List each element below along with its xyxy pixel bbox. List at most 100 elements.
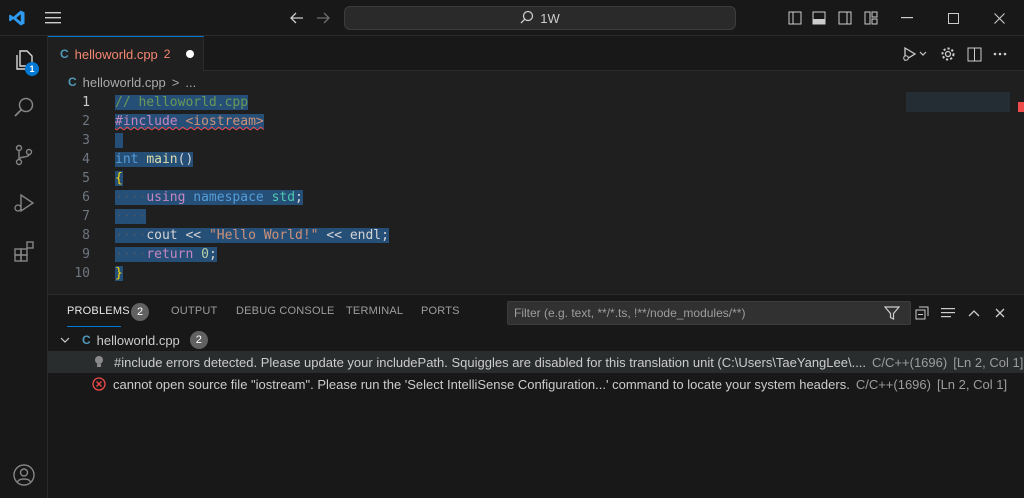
account-icon [12,463,36,490]
line-number: 7 [82,209,90,224]
search-icon [520,10,534,27]
title-bar: 1W [0,0,1024,36]
extensions-icon [12,239,36,266]
lightbulb-icon [94,355,108,369]
breadcrumb-file[interactable]: helloworld.cpp [83,75,166,90]
code-text: // helloworld.cpp [115,95,249,110]
code-line: 9 ····return 0; [48,245,948,264]
unsaved-dot-icon[interactable] [186,50,195,58]
editor-tab-bar: C helloworld.cpp 2 [48,36,1024,71]
maximize-window-icon[interactable] [942,8,964,28]
toggle-primary-sidebar-icon[interactable] [786,9,804,27]
accounts-activity[interactable] [0,452,48,498]
source-control-activity[interactable] [0,132,48,180]
problem-item[interactable]: #include errors detected. Please update … [48,351,1024,373]
tab-terminal[interactable]: TERMINAL [346,305,403,317]
toggle-secondary-sidebar-icon[interactable] [836,9,854,27]
line-number: 8 [82,228,90,243]
split-editor-icon[interactable] [964,44,984,64]
code-line: 8 ····cout << "Hello World!" << endl; [48,226,948,245]
code-line: 5 { [48,169,948,188]
tab-problems[interactable]: PROBLEMS [67,305,130,317]
tab-output[interactable]: OUTPUT [171,305,217,317]
error-icon [92,377,108,391]
code-line: 1 // helloworld.cpp [48,93,948,112]
problems-count-badge: 2 [131,303,149,321]
code-editor[interactable]: 1 // helloworld.cpp 2 #include <iostream… [48,92,1006,292]
chevron-down-icon [60,337,76,343]
problem-location: [Ln 2, Col 1] [953,354,1024,370]
tab-helloworld-cpp[interactable]: C helloworld.cpp 2 [48,36,204,71]
code-text [115,133,123,148]
run-debug-icon [12,191,36,218]
settings-gear-icon[interactable] [938,44,958,64]
problems-file-name: helloworld.cpp [96,332,180,348]
code-line: 2 #include <iostream> [48,112,948,131]
line-number: 1 [82,95,90,110]
extensions-activity[interactable] [0,228,48,276]
cpp-file-icon: C [60,47,69,61]
tab-filename: helloworld.cpp [74,46,158,62]
back-arrow-icon[interactable] [286,8,308,28]
code-line: 7 ···· [48,207,948,226]
problems-filter [507,301,911,325]
search-text: 1W [540,10,560,26]
problem-source: C/C++(1696) [855,376,931,392]
customize-layout-icon[interactable] [862,9,880,27]
search-activity[interactable] [0,84,48,132]
code-text: ···· [115,209,147,224]
code-text: ····using namespace std; [115,190,303,205]
filter-funnel-icon[interactable] [882,303,902,323]
line-number: 10 [74,266,90,281]
tab-ports[interactable]: PORTS [421,305,460,317]
explorer-badge: 1 [25,62,39,76]
more-actions-icon[interactable] [990,44,1010,64]
active-tab-indicator [67,326,121,327]
vscode-logo-icon [6,7,28,29]
breadcrumb-separator: > [171,74,180,90]
code-line: 6 ····using namespace std; [48,188,948,207]
run-debug-dropdown-icon[interactable] [900,44,930,64]
problem-message: cannot open source file "iostream". Plea… [113,376,850,392]
problems-file-group[interactable]: C helloworld.cpp 2 [48,329,1024,351]
problems-file-count: 2 [189,331,208,349]
close-panel-icon[interactable] [990,303,1010,323]
filter-input[interactable] [514,306,874,320]
explorer-activity[interactable]: 1 [0,37,48,85]
problem-item[interactable]: cannot open source file "iostream". Plea… [48,373,1024,395]
code-text: ····cout << "Hello World!" << endl; [115,228,389,243]
view-as-list-icon[interactable] [938,303,958,323]
search-icon [12,95,36,122]
collapse-all-icon[interactable] [912,303,932,323]
error-scroll-marker [1018,102,1024,112]
line-number: 2 [82,114,90,129]
code-line: 4 int main() [48,150,948,169]
close-window-icon[interactable] [988,8,1010,28]
activity-bar: 1 [0,36,48,498]
tab-problem-count: 2 [163,47,171,61]
run-debug-activity[interactable] [0,180,48,228]
forward-arrow-icon[interactable] [312,8,334,28]
problem-message: #include errors detected. Please update … [114,354,867,370]
code-text: { [115,171,123,186]
cpp-file-icon: C [68,75,77,89]
command-center-search[interactable]: 1W [344,6,736,30]
line-number: 6 [82,190,90,205]
problem-source: C/C++(1696) [872,354,948,370]
line-number: 3 [82,133,90,148]
breadcrumb-more[interactable]: ... [185,75,196,90]
line-number: 9 [82,247,90,262]
menu-icon[interactable] [42,8,64,28]
code-text: int main() [115,152,194,167]
line-number: 5 [82,171,90,186]
minimap[interactable] [906,92,1010,112]
maximize-panel-icon[interactable] [964,303,984,323]
cpp-file-icon: C [82,333,91,347]
code-text: } [115,266,123,281]
line-number: 4 [82,152,90,167]
code-text: ····return 0; [115,247,217,262]
source-control-icon [12,143,36,170]
tab-debug-console[interactable]: DEBUG CONSOLE [236,305,335,317]
minimize-window-icon[interactable] [896,8,918,28]
toggle-panel-icon[interactable] [810,9,828,27]
